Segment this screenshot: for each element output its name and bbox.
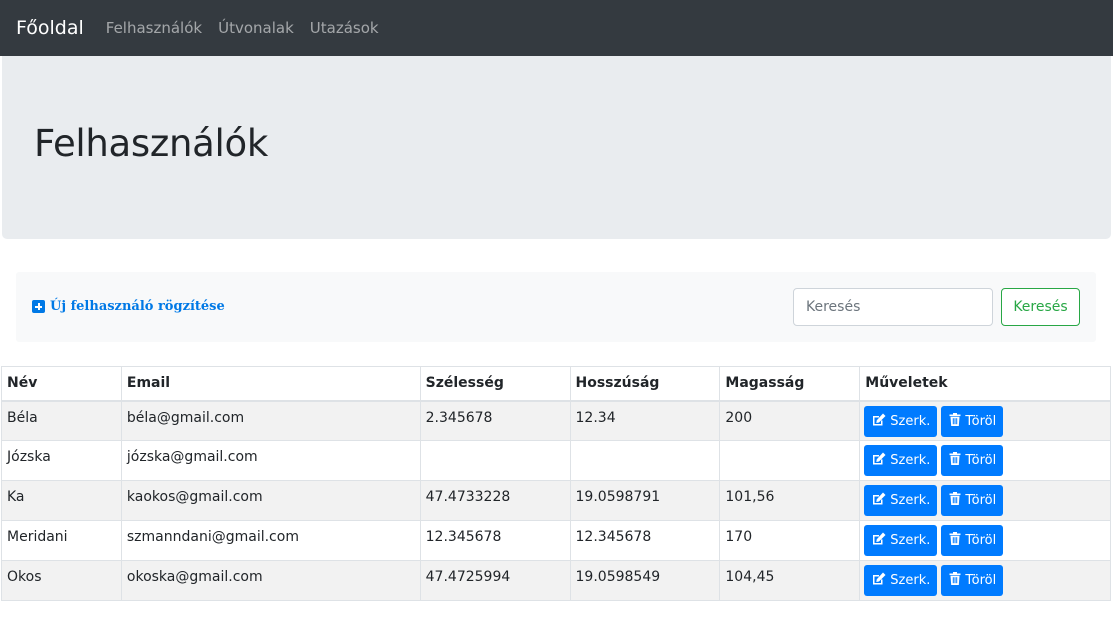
edit-button-label: Szerk. — [890, 533, 931, 548]
edit-icon — [872, 532, 886, 549]
email-cell: kaokos@gmail.com — [120, 480, 421, 521]
actions-cell: Szerk. Töröl — [859, 440, 1111, 481]
delete-button-label: Töröl — [965, 493, 997, 508]
column-header-nev: Név — [1, 366, 122, 402]
trash-icon — [949, 572, 961, 589]
column-header-hosszusag: Hosszúság — [569, 366, 721, 402]
column-header-magassag: Magasság — [719, 366, 861, 402]
name-cell: Okos — [1, 560, 122, 601]
new-user-label: Új felhasználó rögzítése — [50, 299, 225, 314]
name-cell: Béla — [1, 400, 122, 441]
delete-button[interactable]: Töröl — [941, 445, 1004, 476]
search-input[interactable] — [793, 288, 993, 326]
longitude-cell: 19.0598549 — [569, 560, 721, 601]
trash-icon — [949, 492, 961, 509]
nav-link-felhasznalok[interactable]: Felhasználók — [106, 19, 202, 37]
latitude-cell: 12.345678 — [419, 520, 571, 561]
delete-button[interactable]: Töröl — [941, 405, 1004, 437]
page-title: Felhasználók — [34, 122, 268, 165]
edit-icon — [872, 413, 886, 430]
latitude-cell: 2.345678 — [419, 400, 571, 441]
latitude-cell: 47.4725994 — [419, 560, 571, 601]
edit-button-label: Szerk. — [890, 573, 931, 588]
email-cell: józska@gmail.com — [120, 440, 421, 481]
nav-link-utvonalak[interactable]: Útvonalak — [218, 19, 294, 37]
name-cell: Meridani — [1, 520, 122, 561]
edit-button[interactable]: Szerk. — [864, 445, 938, 476]
edit-icon — [872, 572, 886, 589]
search-button[interactable]: Keresés — [1001, 288, 1080, 326]
users-table: Név Email Szélesség Hosszúság Magasság M… — [1, 366, 1111, 601]
edit-button-label: Szerk. — [890, 413, 931, 429]
edit-icon — [872, 452, 886, 469]
edit-button[interactable]: Szerk. — [864, 485, 938, 516]
latitude-cell — [419, 440, 571, 481]
delete-button-label: Töröl — [965, 413, 997, 429]
column-header-email: Email — [120, 366, 421, 402]
table-row: Béla béla@gmail.com 2.345678 12.34 200 Szerk.… — [1, 400, 1111, 441]
new-user-link[interactable]: Új felhasználó rögzítése — [32, 299, 225, 314]
longitude-cell: 12.34 — [569, 400, 721, 441]
edit-button-label: Szerk. — [890, 453, 931, 468]
email-cell: okoska@gmail.com — [120, 560, 421, 601]
actions-cell: Szerk. Töröl — [859, 560, 1111, 601]
actions-cell: Szerk. Töröl — [859, 480, 1111, 521]
actions-cell: Szerk. Töröl — [859, 400, 1111, 441]
jumbotron: Felhasználók — [2, 56, 1111, 239]
edit-icon — [872, 492, 886, 509]
table-row: Józska józska@gmail.com Szerk. Töröl — [1, 440, 1111, 481]
actions-cell: Szerk. Töröl — [859, 520, 1111, 561]
delete-button-label: Töröl — [965, 453, 997, 468]
delete-button[interactable]: Töröl — [941, 485, 1004, 516]
latitude-cell: 47.4733228 — [419, 480, 571, 521]
plus-square-icon — [32, 300, 45, 313]
delete-button-label: Töröl — [965, 533, 997, 548]
column-header-muveletek: Műveletek — [859, 366, 1111, 402]
trash-icon — [949, 532, 961, 549]
altitude-cell — [719, 440, 861, 481]
altitude-cell: 101,56 — [719, 480, 861, 521]
table-row: Okos okoska@gmail.com 47.4725994 19.0598549… — [1, 560, 1111, 601]
nav-link-utazasok[interactable]: Utazások — [310, 19, 379, 37]
navbar: Főoldal Felhasználók Útvonalak Utazások — [0, 0, 1113, 56]
altitude-cell: 104,45 — [719, 560, 861, 601]
name-cell: Józska — [1, 440, 122, 481]
email-cell: szmanndani@gmail.com — [120, 520, 421, 561]
table-header-row: Név Email Szélesség Hosszúság Magasság M… — [1, 366, 1111, 402]
toolbar: Új felhasználó rögzítése Keresés — [16, 272, 1096, 342]
email-cell: béla@gmail.com — [120, 400, 421, 441]
longitude-cell: 12.345678 — [569, 520, 721, 561]
trash-icon — [949, 412, 961, 430]
edit-button[interactable]: Szerk. — [864, 405, 938, 437]
delete-button[interactable]: Töröl — [941, 565, 1004, 596]
edit-button[interactable]: Szerk. — [864, 565, 938, 596]
longitude-cell: 19.0598791 — [569, 480, 721, 521]
table-body: Béla béla@gmail.com 2.345678 12.34 200 Szerk.… — [1, 400, 1111, 601]
column-header-szelesseg: Szélesség — [419, 366, 571, 402]
altitude-cell: 200 — [719, 400, 861, 441]
nav-brand-link[interactable]: Főoldal — [16, 17, 84, 39]
trash-icon — [949, 452, 961, 469]
altitude-cell: 170 — [719, 520, 861, 561]
delete-button-label: Töröl — [965, 573, 997, 588]
longitude-cell — [569, 440, 721, 481]
edit-button[interactable]: Szerk. — [864, 525, 938, 556]
table-row: Meridani szmanndani@gmail.com 12.345678 12.… — [1, 520, 1111, 561]
delete-button[interactable]: Töröl — [941, 525, 1004, 556]
table-row: Ka kaokos@gmail.com 47.4733228 19.0598791 10… — [1, 480, 1111, 521]
name-cell: Ka — [1, 480, 122, 521]
edit-button-label: Szerk. — [890, 493, 931, 508]
